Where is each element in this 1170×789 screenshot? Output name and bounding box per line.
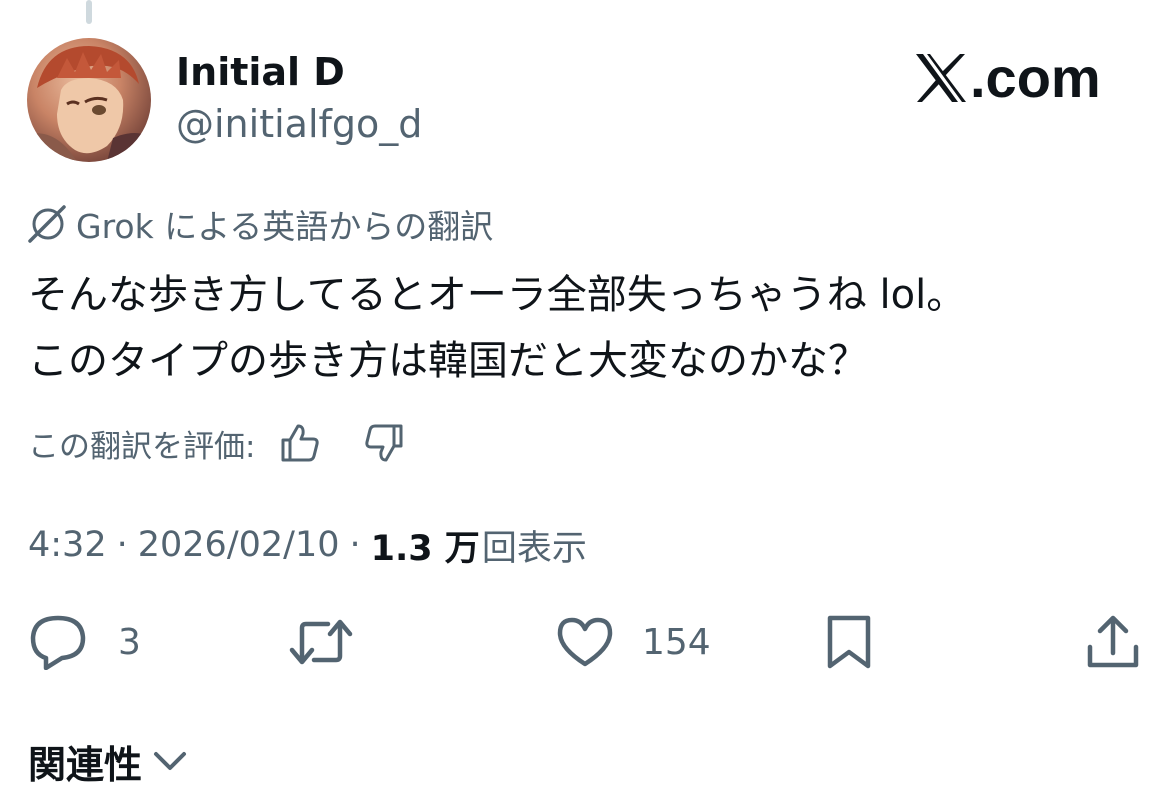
share-icon bbox=[1087, 615, 1139, 668]
tweet-metadata: 4:32 · 2026/02/10 · 1.3 万 回表示 bbox=[28, 520, 587, 570]
tweet-line: そんな歩き方してるとオーラ全部失っちゃうね lol。 bbox=[28, 272, 967, 318]
grok-icon bbox=[28, 205, 66, 243]
thread-connector-line bbox=[86, 0, 92, 24]
translation-label: Grok による英語からの翻訳 bbox=[76, 207, 494, 246]
views-count[interactable]: 1.3 万 bbox=[371, 520, 480, 571]
x-logo-icon bbox=[916, 54, 966, 102]
related-sort-dropdown[interactable]: 関連性 bbox=[28, 734, 188, 789]
views-label: 回表示 bbox=[481, 528, 587, 569]
reply-count: 3 bbox=[118, 621, 141, 663]
brand-domain-text: .com bbox=[970, 46, 1101, 109]
like-button[interactable]: 154 bbox=[556, 612, 711, 672]
avatar[interactable] bbox=[27, 38, 151, 162]
thumbs-down-button[interactable] bbox=[361, 420, 407, 466]
related-label: 関連性 bbox=[28, 743, 143, 787]
brand-logo: .com bbox=[914, 48, 1101, 108]
author-display-name[interactable]: Initial D bbox=[176, 50, 345, 94]
heart-icon bbox=[557, 617, 613, 667]
tweet-line: このタイプの歩き方は韓国だと大変なのかな？ bbox=[28, 338, 868, 384]
thumbs-down-icon bbox=[365, 424, 403, 462]
repost-button[interactable] bbox=[288, 612, 384, 672]
meta-separator: · bbox=[349, 525, 361, 565]
author-handle[interactable]: @initialfgo_d bbox=[176, 102, 422, 146]
chevron-down-icon bbox=[154, 751, 187, 770]
reply-icon bbox=[30, 615, 86, 670]
meta-separator: · bbox=[116, 525, 128, 565]
rating-label: この翻訳を評価: bbox=[28, 428, 256, 465]
repost-icon bbox=[289, 619, 353, 665]
tweet-date[interactable]: 2026/02/10 bbox=[138, 525, 340, 565]
tweet-time[interactable]: 4:32 bbox=[28, 525, 107, 565]
avatar-image bbox=[27, 46, 151, 162]
translation-rating: この翻訳を評価: bbox=[28, 418, 407, 468]
thumbs-up-button[interactable] bbox=[277, 420, 323, 466]
reply-button[interactable]: 3 bbox=[28, 612, 141, 672]
translation-attribution[interactable]: Grok による英語からの翻訳 bbox=[26, 202, 493, 246]
bookmark-icon bbox=[827, 615, 871, 669]
tweet-body: そんな歩き方してるとオーラ全部失っちゃうね lol。 このタイプの歩き方は韓国だ… bbox=[28, 262, 1148, 394]
thumbs-up-icon bbox=[281, 424, 320, 462]
like-count: 154 bbox=[642, 621, 711, 663]
share-button[interactable] bbox=[1084, 612, 1142, 672]
bookmark-button[interactable] bbox=[824, 612, 874, 672]
